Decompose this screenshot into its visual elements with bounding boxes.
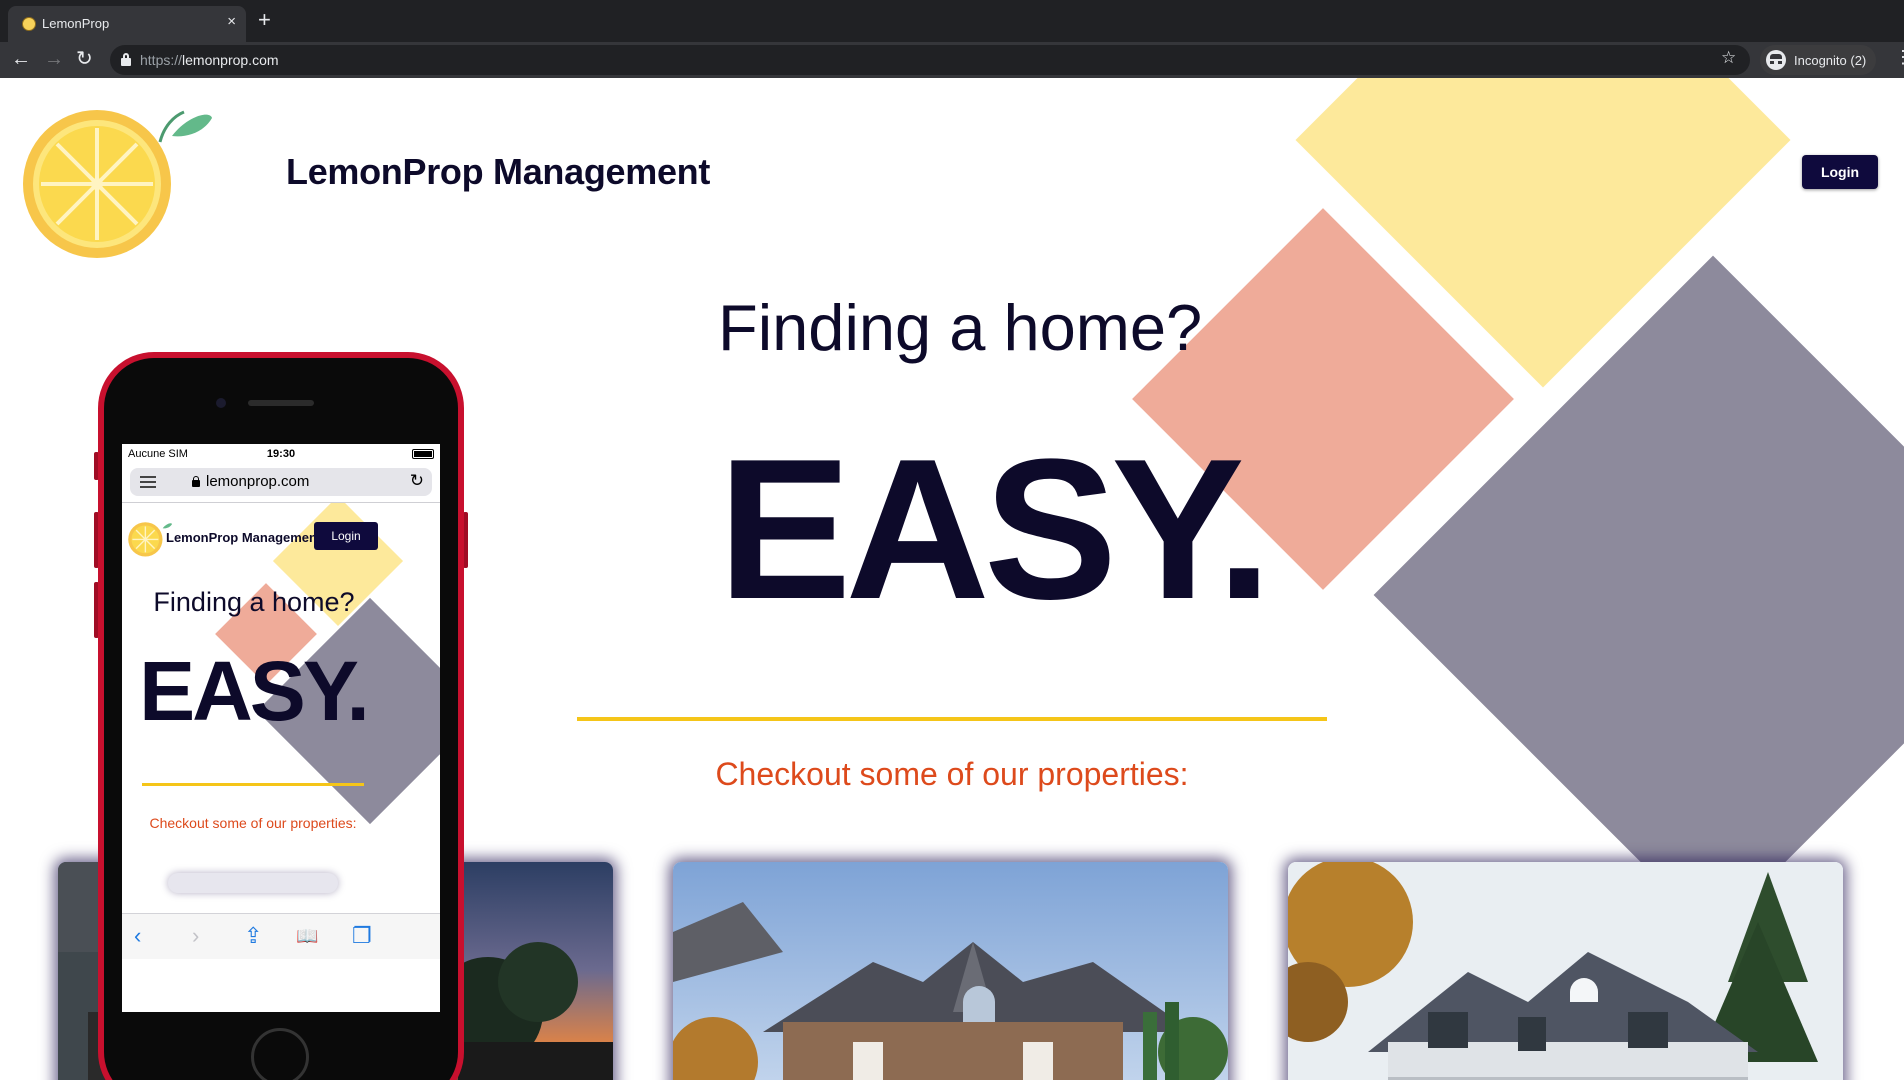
mobile-hero-divider (142, 783, 364, 786)
front-camera-icon (216, 398, 226, 408)
incognito-profile-button[interactable]: Incognito (2) (1760, 45, 1877, 75)
browser-toolbar: ← → ↻ https://lemonprop.com ☆ Incognito … (0, 42, 1904, 78)
incognito-label: Incognito (2) (1794, 52, 1867, 68)
mobile-forward-icon[interactable]: › (192, 924, 199, 948)
status-time: 19:30 (266, 448, 296, 460)
mobile-lock-icon (192, 476, 200, 487)
browser-chrome: LemonProp × + ← → ↻ https://lemonprop.co… (0, 0, 1904, 78)
property-card-3[interactable] (1288, 862, 1843, 1080)
browser-tab[interactable]: LemonProp × (8, 6, 246, 42)
site-title: LemonProp Management (286, 151, 711, 192)
home-button[interactable] (251, 1028, 309, 1080)
earpiece-speaker (248, 400, 314, 406)
hero-question: Finding a home? (718, 291, 1203, 364)
mobile-back-icon[interactable]: ‹ (134, 924, 141, 948)
hero-headline: EASY. (718, 418, 1272, 641)
mobile-login-button[interactable]: Login (314, 522, 378, 550)
reload-button[interactable]: ↻ (76, 46, 93, 72)
mobile-hero-question: Finding a home? (153, 587, 355, 617)
page-viewport: LemonProp Management Login Finding a hom… (0, 78, 1904, 1080)
property-photo-3 (1288, 862, 1843, 1080)
mobile-properties-heading: Checkout some of our properties: (149, 815, 357, 831)
mobile-site-title: LemonProp Management (166, 530, 322, 545)
login-button[interactable]: Login (1802, 155, 1878, 189)
share-icon[interactable]: ⇪ (244, 924, 262, 948)
bookmarks-icon[interactable]: 📖 (296, 924, 318, 948)
phone-screen: Aucune SIM 19:30 lemonprop.com ↻ LemonPr… (122, 444, 440, 1012)
property-card-2[interactable] (673, 862, 1228, 1080)
mobile-browser-toolbar: ‹ › ⇪ 📖 ❐ (122, 913, 440, 959)
address-url[interactable]: https://lemonprop.com (140, 52, 279, 68)
reader-mode-icon[interactable] (140, 476, 156, 488)
tab-strip: LemonProp × + (0, 0, 1904, 42)
mobile-reload-icon[interactable]: ↻ (410, 471, 424, 491)
battery-icon (412, 449, 434, 459)
phone-status-bar: Aucune SIM 19:30 (122, 444, 440, 464)
browser-menu-icon[interactable]: ⋮ (1894, 47, 1904, 68)
property-photo-2 (673, 862, 1228, 1080)
lemon-logo (23, 110, 212, 258)
incognito-icon (1766, 50, 1786, 70)
lemon-favicon-icon (22, 17, 36, 31)
bookmark-star-icon[interactable]: ☆ (1721, 48, 1736, 68)
lock-icon (121, 53, 131, 66)
mobile-url[interactable]: lemonprop.com (206, 473, 309, 490)
mobile-hero-headline: EASY. (139, 644, 370, 738)
hero-divider (577, 717, 1327, 721)
close-tab-icon[interactable]: × (227, 13, 236, 30)
mobile-page: LemonProp Management Login Finding a hom… (122, 503, 440, 913)
forward-button[interactable]: → (44, 46, 64, 72)
mobile-address-bar[interactable]: lemonprop.com ↻ (130, 468, 432, 496)
tabs-icon[interactable]: ❐ (352, 924, 372, 948)
tab-title: LemonProp (42, 16, 110, 31)
address-bar[interactable]: https://lemonprop.com (110, 45, 1750, 75)
phone-mockup: Aucune SIM 19:30 lemonprop.com ↻ LemonPr… (94, 352, 468, 1080)
new-tab-button[interactable]: + (258, 7, 271, 33)
mobile-property-card-peek[interactable] (168, 873, 338, 893)
back-button[interactable]: ← (11, 46, 31, 72)
